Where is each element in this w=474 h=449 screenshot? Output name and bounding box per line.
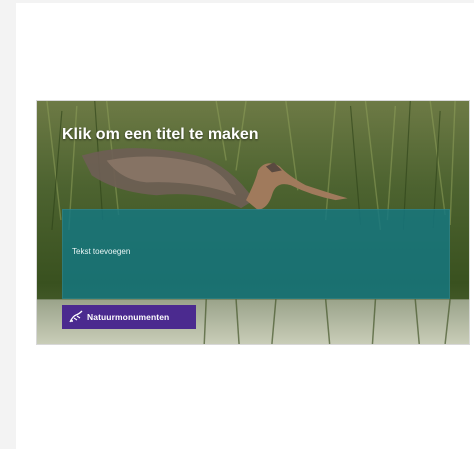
natuurmonumenten-logo: Natuurmonumenten xyxy=(62,305,196,329)
natuurmonumenten-logo-icon xyxy=(69,310,83,323)
slide-title-placeholder[interactable]: Klik om een titel te maken xyxy=(62,126,259,144)
text-placeholder-label: Tekst toevoegen xyxy=(72,247,131,256)
slide-thumbnail[interactable]: Klik om een titel te maken Tekst toevoeg… xyxy=(36,100,470,345)
logo-text: Natuurmonumenten xyxy=(87,312,170,322)
text-placeholder-box[interactable]: Tekst toevoegen xyxy=(62,209,450,299)
